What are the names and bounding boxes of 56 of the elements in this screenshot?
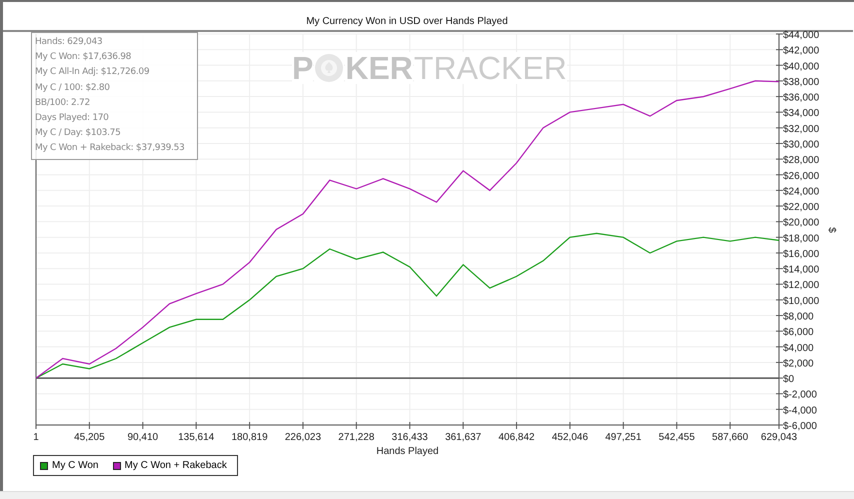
- y-tick-label: $18,000: [783, 233, 820, 244]
- x-tick-label: 180,819: [232, 432, 268, 443]
- y-tick-label: $42,000: [783, 46, 820, 57]
- logo-text: P: [292, 52, 314, 84]
- stat-text: My C / 100: $2.80: [35, 82, 111, 95]
- x-tick-label: 542,455: [658, 432, 695, 443]
- y-tick-label: $32,000: [783, 124, 820, 135]
- y-tick-label: $26,000: [783, 170, 820, 182]
- y-tick-label: $30,000: [783, 139, 820, 150]
- y-tick-label: $10,000: [783, 296, 820, 307]
- y-tick-label: $2,000: [783, 358, 814, 370]
- y-tick-label: $24,000: [783, 186, 820, 198]
- stat-text: My C / Day: $103.75: [35, 127, 122, 140]
- y-tick-label: $22,000: [783, 202, 820, 214]
- y-tick-label: $20,000: [783, 218, 820, 229]
- y-tick-label: $0: [783, 374, 794, 386]
- x-tick-label: 316,433: [392, 432, 428, 443]
- stat-text: My C Won + Rakeback: $37,939.53: [35, 142, 186, 156]
- y-tick-label: $14,000: [783, 264, 820, 276]
- y-tick-label: $-6,000: [783, 421, 817, 432]
- x-tick-label: 406,842: [498, 432, 535, 443]
- x-tick-label: 271,228: [338, 432, 374, 443]
- stat-text: My C Won: $17,636.98: [35, 51, 132, 64]
- y-tick-label: $28,000: [783, 155, 820, 166]
- legend-label: My C Won: [52, 460, 98, 471]
- x-axis-title: Hands Played: [376, 446, 439, 457]
- y-tick-label: $12,000: [783, 280, 820, 292]
- stat-text: Hands: 629,043: [35, 36, 104, 49]
- y-tick-label: $36,000: [783, 92, 820, 104]
- y-tick-label: $-2,000: [783, 390, 817, 401]
- chart-title: My Currency Won in USD over Hands Played: [306, 16, 508, 27]
- x-tick-label: 629,043: [760, 432, 798, 443]
- stat-text: My C All-In Adj: $12,726.09: [35, 66, 150, 80]
- y-tick-label: $-4,000: [783, 405, 817, 416]
- y-axis-title: $: [826, 227, 837, 233]
- x-tick-label: 361,637: [445, 432, 482, 443]
- y-tick-label: $4,000: [783, 342, 814, 354]
- x-tick-label: 452,046: [552, 432, 588, 443]
- y-tick-label: $44,000: [783, 30, 820, 41]
- x-tick-label: 135,614: [178, 432, 214, 443]
- x-tick-label: 90,410: [128, 432, 158, 443]
- x-tick-label: 226,023: [284, 432, 322, 443]
- stat-text: BB/100: 2.72: [35, 96, 91, 110]
- y-tick-label: $34,000: [783, 108, 820, 120]
- y-tick-label: $8,000: [783, 312, 814, 323]
- x-tick-label: 1: [33, 432, 39, 443]
- x-tick-label: 45,205: [74, 432, 105, 443]
- y-tick-label: $40,000: [783, 61, 820, 72]
- legend-label: My C Won + Rakeback: [124, 460, 227, 471]
- x-tick-label: 587,660: [712, 432, 748, 443]
- y-tick-label: $16,000: [783, 248, 820, 260]
- x-tick-label: 497,251: [605, 432, 642, 443]
- y-tick-label: $38,000: [783, 76, 820, 88]
- logo-text: KER: [345, 52, 413, 84]
- y-tick-label: $6,000: [783, 327, 814, 338]
- stat-text: Days Played: 170: [35, 112, 110, 126]
